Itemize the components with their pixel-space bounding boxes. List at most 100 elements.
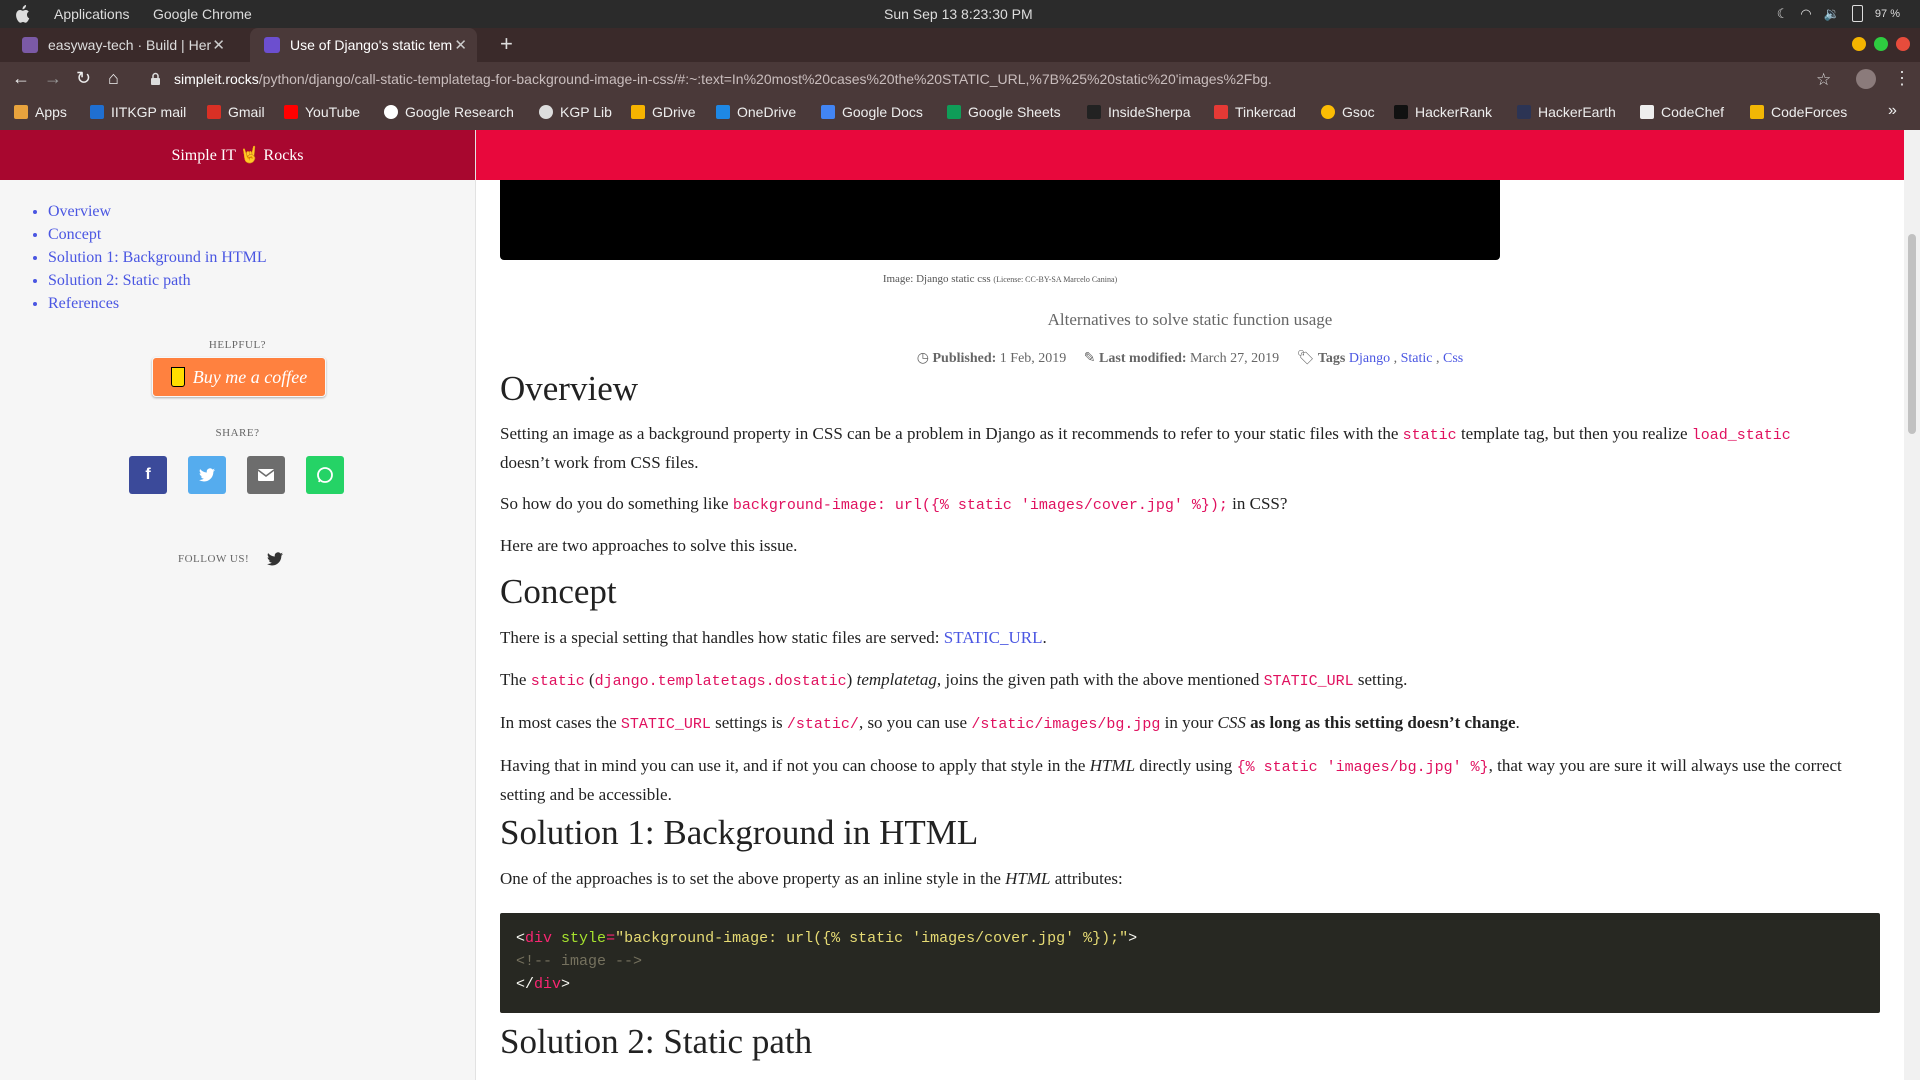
toc-item[interactable]: Solution 2: Static path [48, 269, 267, 292]
bookmark-label: Gsoc [1342, 104, 1375, 120]
emphasis: HTML [1005, 869, 1051, 888]
text: In most cases the [500, 713, 621, 732]
apple-icon[interactable] [14, 5, 30, 23]
maximize-button[interactable] [1874, 37, 1888, 51]
bookmark-gmail[interactable]: Gmail [207, 104, 265, 120]
share-email-button[interactable] [247, 456, 285, 494]
share-twitter-button[interactable] [188, 456, 226, 494]
bookmark-apps[interactable]: Apps [14, 104, 67, 120]
bookmark-label: Google Research [405, 104, 514, 120]
share-label: SHARE? [215, 427, 260, 439]
gmail-icon [207, 105, 221, 119]
bookmark-label: Google Sheets [968, 104, 1061, 120]
bookmark-label: KGP Lib [560, 104, 612, 120]
scrollbar-thumb[interactable] [1908, 234, 1916, 434]
battery-level: 97 % [1874, 7, 1900, 20]
toc-item[interactable]: Overview [48, 200, 267, 223]
profile-avatar[interactable] [1856, 69, 1876, 89]
bookmark-tinkercad[interactable]: Tinkercad [1214, 104, 1296, 120]
code-block[interactable]: <div style="background-image: url({% sta… [500, 913, 1880, 1013]
share-facebook-button[interactable]: f [129, 456, 167, 494]
bookmark-iitkgp-mail[interactable]: IITKGP mail [90, 104, 186, 120]
modified-label: Last modified: [1099, 351, 1187, 366]
new-tab-button[interactable]: + [500, 31, 513, 57]
web-page: Simple IT 🤘 Rocks Overview Concept Solut… [0, 130, 1920, 1080]
codechef-icon [1640, 105, 1654, 119]
clock[interactable]: Sun Sep 13 8:23:30 PM [884, 6, 1033, 22]
heading-concept: Concept [500, 572, 617, 611]
inline-code: background-image: url({% static 'images/… [732, 497, 1228, 514]
strong-text: as long as this setting doesn’t change [1245, 713, 1516, 732]
bookmark-codeforces[interactable]: CodeForces [1750, 104, 1847, 120]
text: . [1042, 628, 1047, 647]
toc-item[interactable]: Concept [48, 223, 267, 246]
bookmark-kgp-lib[interactable]: KGP Lib [539, 104, 612, 120]
youtube-icon [284, 105, 298, 119]
bookmark-label: Google Docs [842, 104, 923, 120]
bookmark-hackerrank[interactable]: HackerRank [1394, 104, 1492, 120]
bookmark-star-icon[interactable]: ☆ [1816, 70, 1831, 90]
inline-code: STATIC_URL [620, 716, 711, 733]
bookmark-insidesherpa[interactable]: InsideSherpa [1087, 104, 1191, 120]
paragraph-solution-1: One of the approaches is to set the abov… [500, 865, 1880, 892]
emphasis: CSS [1217, 713, 1246, 732]
bookmark-codechef[interactable]: CodeChef [1640, 104, 1724, 120]
buy-me-a-coffee-button[interactable]: Buy me a coffee [152, 357, 326, 397]
bookmark-label: HackerRank [1415, 104, 1493, 120]
twitter-follow-icon[interactable] [267, 552, 283, 566]
menu-icon[interactable]: ⋮ [1893, 68, 1911, 89]
text: , joins the given path with the above me… [936, 670, 1264, 689]
share-whatsapp-button[interactable] [306, 456, 344, 494]
applications-menu[interactable]: Applications [54, 6, 130, 22]
reload-icon[interactable]: ↻ [76, 68, 91, 89]
more-bookmarks-button[interactable]: » [1888, 102, 1897, 120]
close-icon[interactable]: ✕ [454, 36, 467, 54]
bookmark-gdrive[interactable]: GDrive [631, 104, 696, 120]
article-subtitle: Alternatives to solve static function us… [1047, 310, 1333, 329]
text: setting. [1353, 670, 1408, 689]
code-line-2: <!-- image --> [516, 953, 643, 970]
bookmark-label: Apps [35, 104, 67, 120]
address-bar[interactable]: simpleit.rocks/python/django/call-static… [174, 71, 1272, 87]
google-sheets-icon [947, 105, 961, 119]
inline-code: static [1402, 427, 1457, 444]
bookmark-gsoc[interactable]: Gsoc [1321, 104, 1375, 120]
toc-item[interactable]: Solution 1: Background in HTML [48, 246, 267, 269]
close-window-button[interactable] [1896, 37, 1910, 51]
text: . [1515, 713, 1520, 732]
toc-link-solution-1[interactable]: Solution 1: Background in HTML [48, 249, 267, 266]
tab-easyway[interactable]: easyway-tech · Build | Her ✕ [8, 28, 235, 62]
toc-item[interactable]: References [48, 292, 267, 315]
bookmark-hackerearth[interactable]: HackerEarth [1517, 104, 1616, 120]
site-brand[interactable]: Simple IT 🤘 Rocks [0, 130, 475, 180]
bookmark-google-research[interactable]: Google Research [384, 104, 514, 120]
toc-link-concept[interactable]: Concept [48, 226, 101, 243]
toc-link-solution-2[interactable]: Solution 2: Static path [48, 272, 191, 289]
back-arrow-icon[interactable]: ← [12, 68, 30, 89]
toc-link-overview[interactable]: Overview [48, 203, 111, 220]
home-icon[interactable]: ⌂ [108, 68, 119, 89]
forward-arrow-icon[interactable]: → [44, 68, 62, 89]
bookmark-google-sheets[interactable]: Google Sheets [947, 104, 1061, 120]
code-attr: style [561, 930, 607, 947]
minimize-button[interactable] [1852, 37, 1866, 51]
paragraph-overview-1: Setting an image as a background propert… [500, 420, 1880, 476]
active-app-menu[interactable]: Google Chrome [153, 6, 252, 22]
tag-css[interactable]: Css [1443, 351, 1463, 366]
bookmark-youtube[interactable]: YouTube [284, 104, 360, 120]
bookmark-google-docs[interactable]: Google Docs [821, 104, 923, 120]
code-line-3: </div> [516, 976, 571, 993]
tag-static[interactable]: Static [1401, 351, 1433, 366]
toc-link-references[interactable]: References [48, 295, 119, 312]
static-url-link[interactable]: STATIC_URL [944, 628, 1043, 647]
text: ( [584, 670, 595, 689]
inline-code: {% static 'images/bg.jpg' %} [1236, 759, 1489, 776]
close-icon[interactable]: ✕ [212, 36, 225, 54]
tab-django-static[interactable]: Use of Django's static tem ✕ [250, 28, 477, 62]
lock-icon[interactable] [150, 72, 161, 86]
tags-icon: 🏷 [1296, 351, 1315, 366]
tag-django[interactable]: Django [1349, 351, 1390, 366]
bookmark-onedrive[interactable]: OneDrive [716, 104, 796, 120]
insidesherpa-icon [1087, 105, 1101, 119]
system-tray[interactable]: ☾ ◠ 🔉 97 % [1777, 5, 1900, 22]
